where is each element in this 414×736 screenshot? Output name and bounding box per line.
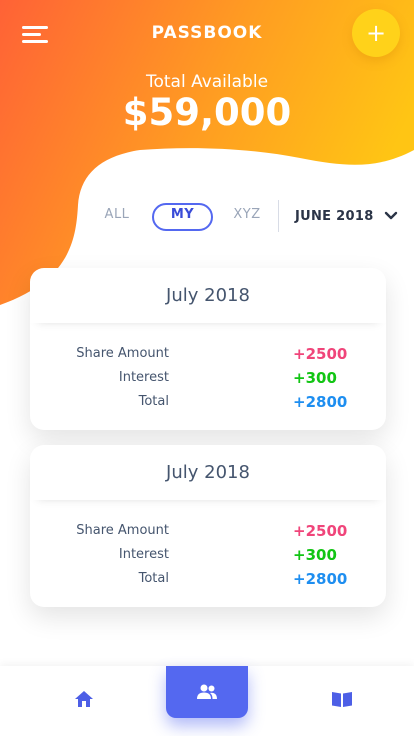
filter-divider [278, 200, 279, 232]
passbook-card[interactable]: July 2018 Share Amount +2500 Interest +3… [30, 445, 386, 607]
home-icon [75, 691, 93, 707]
card-row: Total +2800 [30, 393, 386, 414]
plus-icon: + [365, 19, 387, 47]
tab-xyz[interactable]: XYZ [228, 203, 266, 227]
card-row: Share Amount +2500 [30, 522, 386, 543]
nav-passbook[interactable] [302, 666, 382, 732]
row-label: Interest [118, 547, 169, 562]
card-row: Total +2800 [30, 570, 386, 591]
card-row: Share Amount +2500 [30, 345, 386, 366]
row-value: +300 [293, 546, 337, 564]
row-value: +2800 [293, 393, 348, 411]
card-title: July 2018 [30, 268, 386, 323]
people-icon [197, 684, 217, 699]
row-label: Total [138, 394, 169, 409]
filter-bar: ALL MY XYZ JUNE 2018 [0, 200, 414, 232]
row-value: +2500 [293, 345, 348, 363]
nav-home[interactable] [44, 666, 124, 732]
month-label: JUNE 2018 [295, 208, 374, 224]
bottom-nav [0, 666, 414, 736]
row-label: Share Amount [76, 346, 169, 361]
total-available-label: Total Available [145, 72, 269, 92]
tab-all[interactable]: ALL [100, 203, 134, 227]
chevron-down-icon [384, 211, 397, 220]
add-button[interactable]: + [352, 9, 400, 57]
nav-people[interactable] [166, 666, 248, 718]
passbook-card[interactable]: July 2018 Share Amount +2500 Interest +3… [30, 268, 386, 430]
card-row: Interest +300 [30, 546, 386, 567]
row-value: +2800 [293, 570, 348, 588]
row-label: Interest [118, 370, 169, 385]
row-label: Total [138, 571, 169, 586]
row-value: +2500 [293, 522, 348, 540]
row-label: Share Amount [76, 523, 169, 538]
row-value: +300 [293, 369, 337, 387]
total-available-amount: $59,000 [122, 91, 292, 134]
app-header: PASSBOOK + [0, 0, 414, 70]
month-dropdown[interactable]: JUNE 2018 [295, 205, 398, 227]
book-icon [332, 692, 352, 707]
tab-my[interactable]: MY [152, 203, 213, 231]
card-title: July 2018 [30, 445, 386, 500]
card-row: Interest +300 [30, 369, 386, 390]
